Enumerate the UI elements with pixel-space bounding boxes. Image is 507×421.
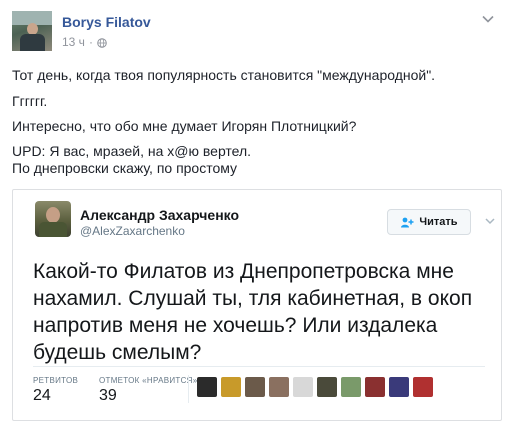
retweets-count[interactable]: 24 bbox=[33, 387, 51, 405]
post-line-4: UPD: Я вас, мразей, на х@ю вертел. bbox=[12, 143, 252, 159]
tweet-author-name[interactable]: Александр Захарченко bbox=[80, 207, 239, 223]
post-line-5: По днепровски скажу, по простому bbox=[12, 160, 238, 176]
post-time[interactable]: 13 ч bbox=[62, 35, 85, 49]
post-line-2: Гггггг. bbox=[12, 93, 48, 109]
post-meta: 13 ч · bbox=[62, 35, 107, 49]
author-name[interactable]: Borys Filatov bbox=[62, 14, 151, 30]
post-line-3: Интересно, что обо мне думает Игорян Пло… bbox=[12, 118, 357, 134]
tweet-chevron-down-icon[interactable] bbox=[484, 215, 496, 227]
meta-separator: · bbox=[88, 35, 93, 49]
tweet-avatar-face bbox=[46, 207, 60, 223]
tweet-author-handle[interactable]: @AlexZaxarchenko bbox=[80, 224, 185, 238]
liker-avatar[interactable] bbox=[389, 377, 409, 397]
post-line-1: Тот день, когда твоя популярность станов… bbox=[12, 67, 436, 83]
add-user-icon bbox=[401, 217, 414, 227]
liker-avatar[interactable] bbox=[197, 377, 217, 397]
tweet-author-avatar[interactable] bbox=[35, 201, 71, 237]
chevron-down-icon[interactable] bbox=[481, 12, 495, 26]
embedded-tweet[interactable]: Александр Захарченко @AlexZaxarchenko Чи… bbox=[12, 189, 502, 421]
liker-avatar[interactable] bbox=[365, 377, 385, 397]
liker-avatar[interactable] bbox=[245, 377, 265, 397]
avatar-body bbox=[20, 34, 45, 51]
author-avatar[interactable] bbox=[12, 11, 52, 51]
likes-count[interactable]: 39 bbox=[99, 387, 117, 405]
globe-icon[interactable] bbox=[97, 38, 107, 48]
liker-avatar[interactable] bbox=[413, 377, 433, 397]
liker-avatar[interactable] bbox=[341, 377, 361, 397]
stats-vertical-divider bbox=[188, 375, 189, 403]
facebook-post: Borys Filatov 13 ч · Тот день, когда тво… bbox=[0, 0, 507, 421]
liker-avatar[interactable] bbox=[317, 377, 337, 397]
stats-divider bbox=[33, 366, 485, 367]
retweets-label: РЕТВИТОВ bbox=[33, 376, 79, 385]
follow-button-label: Читать bbox=[419, 216, 458, 228]
liker-avatar[interactable] bbox=[293, 377, 313, 397]
follow-button[interactable]: Читать bbox=[387, 209, 471, 235]
tweet-avatar-uniform bbox=[39, 222, 67, 237]
liker-avatar[interactable] bbox=[269, 377, 289, 397]
tweet-text: Какой-то Филатов из Днепропетровска мне … bbox=[33, 260, 473, 364]
likes-label: ОТМЕТОК «НРАВИТСЯ» bbox=[99, 376, 198, 385]
liker-avatar[interactable] bbox=[221, 377, 241, 397]
